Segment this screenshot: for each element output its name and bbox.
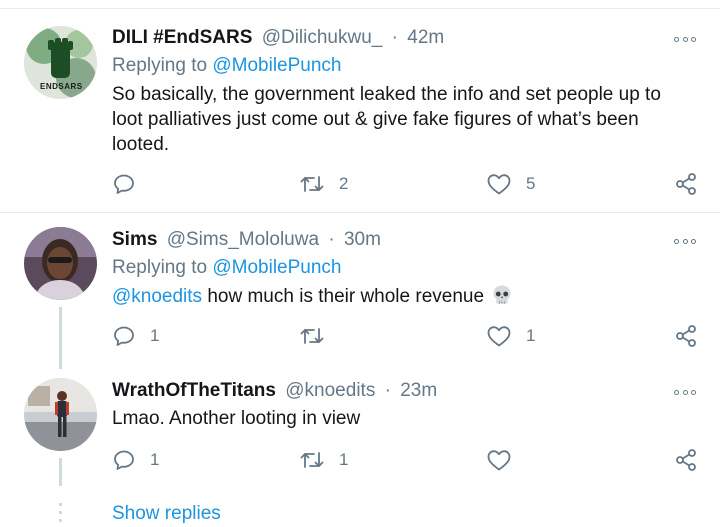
replying-to-line: Replying to @MobilePunch — [112, 53, 341, 79]
top-divider — [0, 8, 720, 9]
more-icon[interactable] — [674, 35, 696, 43]
reply-icon — [114, 326, 134, 346]
author-handle[interactable]: @knoedits — [285, 380, 375, 401]
replying-to-line: Replying to @MobilePunch — [112, 255, 341, 281]
mention-link[interactable]: @knoedits — [112, 286, 202, 307]
share-button[interactable] — [675, 321, 697, 351]
like-button[interactable]: 5 — [486, 169, 535, 199]
show-replies-link[interactable]: Show replies — [112, 502, 221, 526]
tweet-text-line: @knoedits how much is their whole revenu… — [112, 284, 692, 310]
tweet-actions: 1 1 — [0, 321, 720, 351]
like-icon — [487, 326, 511, 347]
replying-to-link[interactable]: @MobilePunch — [212, 257, 341, 278]
reply-button[interactable]: 1 — [112, 445, 159, 475]
replying-prefix: Replying to — [112, 257, 208, 278]
reply-icon — [114, 450, 134, 470]
share-icon — [676, 449, 696, 471]
author-name[interactable]: WrathOfTheTitans — [112, 380, 276, 401]
share-button[interactable] — [675, 169, 697, 199]
share-icon — [676, 173, 696, 195]
skull-emoji — [493, 285, 511, 304]
retweet-icon — [300, 328, 324, 344]
retweet-button[interactable] — [299, 321, 339, 351]
avatar[interactable]: ENDSARS — [24, 26, 97, 99]
retweet-button[interactable]: 2 — [299, 169, 348, 199]
timestamp[interactable]: 42m — [407, 27, 444, 48]
like-icon — [487, 450, 511, 471]
reply-icon — [114, 174, 134, 194]
like-count: 1 — [526, 326, 536, 345]
retweet-count: 2 — [339, 174, 349, 193]
tweet-header: WrathOfTheTitans @knoedits · 23m — [112, 378, 437, 404]
retweet-count: 1 — [339, 450, 349, 469]
like-button[interactable]: 1 — [486, 321, 535, 351]
share-icon — [676, 325, 696, 347]
avatar[interactable] — [24, 378, 97, 451]
separator-dot: · — [384, 380, 391, 401]
author-handle[interactable]: @Sims_Mololuwa — [167, 229, 319, 250]
timestamp[interactable]: 30m — [344, 229, 381, 250]
like-icon — [487, 174, 511, 195]
tweet-text: Lmao. Another looting in view — [112, 408, 361, 429]
tweet-header: DILI #EndSARS @Dilichukwu_ · 42m — [112, 25, 444, 51]
avatar-caption: ENDSARS — [40, 82, 83, 91]
like-count: 5 — [526, 174, 536, 193]
retweet-button[interactable]: 1 — [299, 445, 348, 475]
tweet-header: Sims @Sims_Mololuwa · 30m — [112, 227, 381, 253]
more-icon[interactable] — [674, 237, 696, 245]
retweet-icon — [300, 452, 324, 468]
more-icon[interactable] — [674, 388, 696, 396]
reply-count: 1 — [150, 326, 160, 345]
tweet-actions: 2 5 — [0, 169, 720, 199]
replying-prefix: Replying to — [112, 55, 208, 76]
author-name[interactable]: DILI #EndSARS — [112, 27, 252, 48]
like-button[interactable] — [486, 445, 526, 475]
tweet-text: So basically, the government leaked the … — [112, 84, 661, 155]
tweet-divider — [0, 212, 720, 213]
reply-button[interactable]: 1 — [112, 321, 159, 351]
replying-to-link[interactable]: @MobilePunch — [212, 55, 341, 76]
author-handle[interactable]: @Dilichukwu_ — [262, 27, 383, 48]
share-button[interactable] — [675, 445, 697, 475]
tweet-text: how much is their whole revenue — [207, 286, 485, 307]
reply-count: 1 — [150, 450, 160, 469]
timestamp[interactable]: 23m — [400, 380, 437, 401]
retweet-icon — [300, 176, 324, 192]
separator-dot: · — [391, 27, 398, 48]
separator-dot: · — [328, 229, 335, 250]
avatar[interactable] — [24, 227, 97, 300]
reply-button[interactable] — [112, 169, 150, 199]
thread-dots — [59, 503, 62, 527]
tweet-actions: 1 1 — [0, 445, 720, 475]
author-name[interactable]: Sims — [112, 229, 157, 250]
